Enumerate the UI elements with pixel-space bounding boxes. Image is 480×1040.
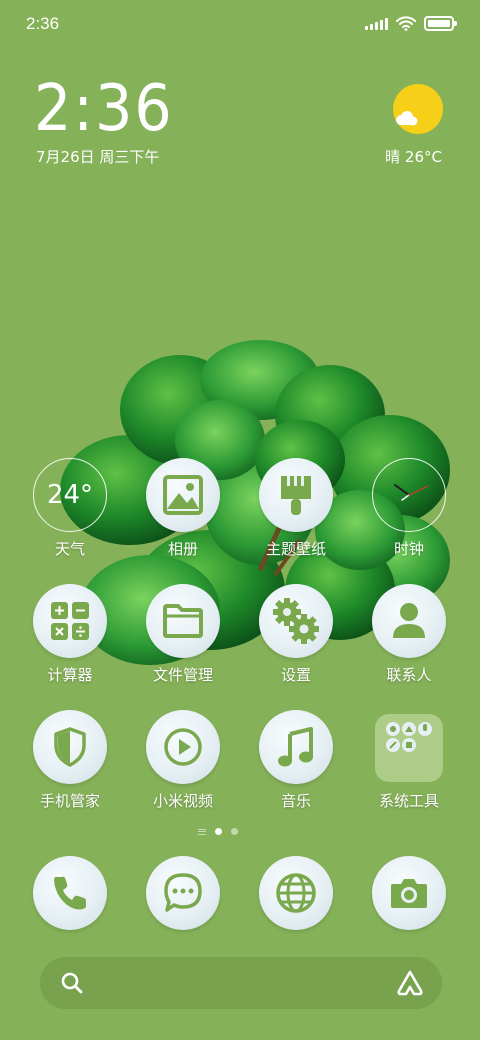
app-themes[interactable]: 主题壁纸	[239, 458, 353, 568]
app-label: 联系人	[386, 666, 432, 684]
play-icon	[146, 710, 220, 784]
app-clock[interactable]: 时钟	[352, 458, 466, 568]
person-icon	[372, 584, 446, 658]
folder-icon	[146, 584, 220, 658]
picture-icon	[146, 458, 220, 532]
page-indicator-menu-icon	[198, 828, 206, 835]
app-label: 文件管理	[152, 666, 213, 684]
dock-phone[interactable]	[33, 856, 107, 930]
battery-fill	[428, 19, 450, 27]
wifi-icon	[396, 16, 416, 31]
dock-camera[interactable]	[372, 856, 446, 930]
music-note-icon	[259, 710, 333, 784]
dock-browser[interactable]	[259, 856, 333, 930]
folder-group-icon	[375, 714, 443, 782]
shield-icon	[33, 710, 107, 784]
app-label: 音乐	[280, 792, 311, 810]
app-file-manager[interactable]: 文件管理	[126, 584, 240, 694]
weather-temperature: 24°	[46, 480, 94, 510]
weather-widget-text[interactable]: 晴 26°C	[385, 146, 442, 167]
app-gallery[interactable]: 相册	[126, 458, 240, 568]
app-contacts[interactable]: 联系人	[352, 584, 466, 694]
clock-widget-date[interactable]: 7月26日 周三下午	[36, 146, 159, 167]
app-weather[interactable]: 24° 天气	[13, 458, 127, 568]
app-label: 设置	[280, 666, 311, 684]
app-folder-system-tools[interactable]: 系统工具	[352, 710, 466, 820]
globe-icon	[276, 873, 316, 913]
search-bar[interactable]	[40, 957, 442, 1009]
app-security[interactable]: 手机管家	[13, 710, 127, 820]
camera-icon	[391, 879, 427, 908]
app-label: 小米视频	[152, 792, 213, 810]
status-bar: 2:36	[0, 0, 480, 50]
app-label: 天气	[54, 540, 85, 558]
clock-hands-icon	[394, 484, 429, 501]
calculator-icon	[33, 584, 107, 658]
page-dot-active	[215, 828, 222, 835]
app-mi-video[interactable]: 小米视频	[126, 710, 240, 820]
sunny-cloud-icon[interactable]	[392, 84, 444, 136]
app-calculator[interactable]: 计算器	[13, 584, 127, 694]
battery-icon	[424, 15, 457, 31]
status-time: 2:36	[26, 14, 60, 33]
app-label: 手机管家	[39, 792, 100, 810]
gears-icon	[259, 584, 333, 658]
app-settings[interactable]: 设置	[239, 584, 353, 694]
clock-widget-time[interactable]: 2:36	[34, 74, 186, 144]
status-icons	[365, 15, 457, 31]
dock-messages[interactable]	[146, 856, 220, 930]
message-icon	[164, 873, 202, 912]
app-label: 时钟	[393, 540, 424, 558]
app-label: 主题壁纸	[265, 540, 326, 558]
signal-icon	[365, 16, 388, 30]
app-label: 相册	[167, 540, 198, 558]
app-label: 计算器	[47, 666, 93, 684]
search-icon	[61, 972, 83, 994]
brush-icon	[259, 458, 333, 532]
app-label: 系统工具	[378, 792, 439, 810]
clock-widget-time-text: 2:36	[34, 72, 174, 146]
app-music[interactable]: 音乐	[239, 710, 353, 820]
page-dot	[231, 828, 238, 835]
phone-icon	[54, 876, 86, 910]
page-indicator[interactable]	[198, 828, 238, 835]
assistant-icon[interactable]	[396, 969, 424, 997]
